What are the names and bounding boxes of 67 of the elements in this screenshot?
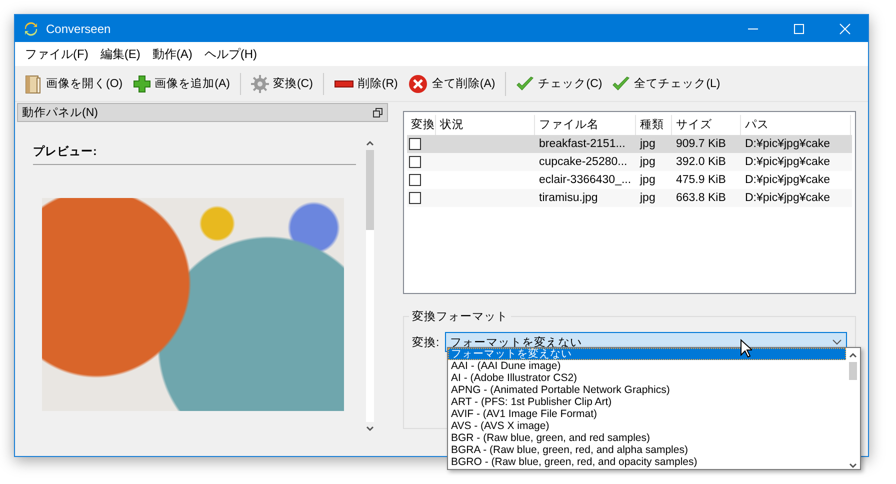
menu-item[interactable]: 動作(A) <box>146 46 198 62</box>
scroll-thumb[interactable] <box>849 362 857 380</box>
table-cell-text: D:¥pic¥jpg¥cake <box>744 174 832 186</box>
checkbox[interactable] <box>409 192 421 204</box>
scroll-up-icon <box>849 352 857 358</box>
toolbar-button[interactable]: 全てチェック(L) <box>607 74 726 94</box>
menu-item[interactable]: ヘルプ(H) <box>198 46 263 62</box>
restore-icon[interactable] <box>373 108 383 118</box>
dropdown-option[interactable]: BGRO - (Raw blue, green, red, and opacity samples) <box>448 456 846 468</box>
maximize-icon[interactable] <box>793 22 805 34</box>
dropdown-option[interactable]: AVS - (AVS X image) <box>448 420 846 432</box>
table-row[interactable]: breakfast-2151... jpg 909.7 KiB D:¥pic¥jpg¥cake <box>407 135 852 153</box>
app-icon <box>24 22 38 36</box>
table-cell-text: 475.9 KiB <box>675 174 727 186</box>
table-cell-text: 663.8 KiB <box>675 192 727 204</box>
table-cell-text: D:¥pic¥jpg¥cake <box>744 138 832 150</box>
table-row[interactable]: cupcake-25280... jpg 392.0 KiB D:¥pic¥jpg¥cake <box>407 153 852 171</box>
toolbar-button[interactable]: チェック(C) <box>511 74 608 94</box>
group-title: 変換フォーマット <box>409 309 511 324</box>
toolbar-button[interactable]: 画像を追加(A) <box>128 72 241 94</box>
dropdown-option[interactable]: AVIF - (AV1 Image File Format) <box>448 408 846 420</box>
cross-icon <box>408 74 428 94</box>
format-label: 変換: <box>412 335 440 350</box>
checkbox[interactable] <box>409 156 421 168</box>
dropdown-option[interactable]: AI - (Adobe Illustrator CS2) <box>448 372 846 384</box>
toolbar-button[interactable]: 変換(C) <box>246 72 324 94</box>
check-icon <box>612 76 630 92</box>
caret-icon <box>832 339 842 345</box>
toolbar-button[interactable]: 全て削除(A) <box>402 72 506 96</box>
scroll-down-icon <box>366 426 374 432</box>
table-cell-text: breakfast-2151... <box>538 138 626 150</box>
preview-label: プレビュー: <box>33 144 97 159</box>
dropdown-option[interactable]: BGRA - (Raw blue, green, red, and alpha samples) <box>448 444 846 456</box>
toolbar-button[interactable]: 削除(R) <box>328 74 403 93</box>
scroll-thumb[interactable] <box>366 150 374 230</box>
menu-item[interactable]: ファイル(F) <box>19 46 94 62</box>
book-icon <box>24 74 42 94</box>
close-icon[interactable] <box>839 22 851 34</box>
table-row[interactable]: eclair-3366430_... jpg 475.9 KiB D:¥pic¥jpg¥cake <box>407 171 852 189</box>
menu-item[interactable]: 編集(E) <box>94 46 146 62</box>
scroll-up-icon <box>366 140 374 146</box>
checkbox[interactable] <box>409 174 421 186</box>
table-cell-text: D:¥pic¥jpg¥cake <box>744 156 832 168</box>
table-cell-text: tiramisu.jpg <box>538 192 599 204</box>
table-cell-text: D:¥pic¥jpg¥cake <box>744 192 832 204</box>
table-cell-text: jpg <box>638 156 656 168</box>
table-cell-text: 392.0 KiB <box>675 156 727 168</box>
table-row[interactable]: tiramisu.jpg jpg 663.8 KiB D:¥pic¥jpg¥cake <box>407 189 852 207</box>
table-cell-text: 909.7 KiB <box>675 138 727 150</box>
check-icon <box>516 76 534 92</box>
table-cell-text: jpg <box>638 138 656 150</box>
checkbox[interactable] <box>409 138 421 150</box>
dropdown-option[interactable]: APNG - (Animated Portable Network Graphics) <box>448 384 846 396</box>
toolbar-button[interactable]: 画像を開く(O) <box>19 72 128 96</box>
table-cell-text: cupcake-25280... <box>538 156 628 168</box>
dropdown-option[interactable]: フォーマットを変えない <box>448 348 846 360</box>
dropdown-option[interactable]: ART - (PFS: 1st Publisher Clip Art) <box>448 396 846 408</box>
minus-icon <box>334 80 354 88</box>
panel-title: 動作パネル(N) <box>22 106 98 120</box>
scroll-down-icon <box>849 463 857 469</box>
window-title: Converseen <box>46 22 111 36</box>
table-cell-text: jpg <box>638 174 656 186</box>
table-cell-text: jpg <box>638 192 656 204</box>
dropdown-option[interactable]: AAI - (AAI Dune image) <box>448 360 846 372</box>
table-cell-text: eclair-3366430_... <box>538 174 632 186</box>
plus-icon <box>132 74 151 92</box>
dropdown-option[interactable]: BGR - (Raw blue, green, and red samples) <box>448 432 846 444</box>
